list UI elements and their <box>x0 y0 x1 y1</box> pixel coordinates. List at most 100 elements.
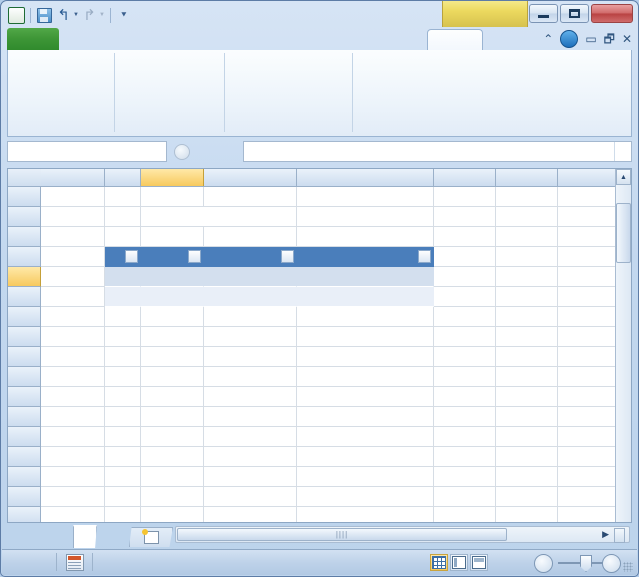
table-row[interactable] <box>141 287 204 307</box>
cell-F16[interactable] <box>434 487 496 507</box>
cell-C3[interactable] <box>141 227 204 247</box>
cell-D15[interactable] <box>204 467 297 487</box>
cell-A13[interactable] <box>41 427 105 447</box>
cell-C10[interactable] <box>141 367 204 387</box>
row-header-10[interactable] <box>8 367 41 387</box>
horizontal-scroll-thumb[interactable]: |||| <box>177 528 507 541</box>
cell-C17[interactable] <box>141 507 204 522</box>
cell-B16[interactable] <box>105 487 141 507</box>
row-header-16[interactable] <box>8 487 41 507</box>
column-header-h[interactable] <box>558 169 620 186</box>
row-header-2[interactable] <box>8 207 41 227</box>
cell-B12[interactable] <box>105 407 141 427</box>
cell-A8[interactable] <box>41 327 105 347</box>
cell-A6[interactable] <box>41 287 105 307</box>
cell-B15[interactable] <box>105 467 141 487</box>
sheet-tab-sheet1[interactable] <box>73 525 97 548</box>
cell-H11[interactable] <box>558 387 620 407</box>
cell-G8[interactable] <box>496 327 558 347</box>
cell-H7[interactable] <box>558 307 620 327</box>
row-header-3[interactable] <box>8 227 41 247</box>
customize-quick-access-toolbar-icon[interactable]: ⯆ <box>116 7 133 24</box>
cell-B10[interactable] <box>105 367 141 387</box>
cell-C9[interactable] <box>141 347 204 367</box>
cell-D17[interactable] <box>204 507 297 522</box>
refresh-button[interactable] <box>8 98 114 118</box>
tab-insert[interactable] <box>110 29 152 51</box>
cell-B8[interactable] <box>105 327 141 347</box>
table-row[interactable] <box>105 287 141 307</box>
expand-formula-bar-icon[interactable] <box>614 142 631 161</box>
page-break-preview-button[interactable] <box>470 554 488 571</box>
cell-H14[interactable] <box>558 447 620 467</box>
split-handle[interactable] <box>614 528 625 543</box>
row-header-9[interactable] <box>8 347 41 367</box>
collapse-ribbon-icon[interactable]: ⌃ <box>543 33 553 45</box>
cell-B3[interactable] <box>105 227 141 247</box>
tab-page-layout[interactable] <box>152 29 228 51</box>
cell-F17[interactable] <box>434 507 496 522</box>
cell-B11[interactable] <box>105 387 141 407</box>
table-header-id[interactable] <box>105 247 141 267</box>
cell-E1[interactable] <box>297 187 434 207</box>
cell-A11[interactable] <box>41 387 105 407</box>
filter-dropdown-icon[interactable] <box>125 250 138 263</box>
cell-B13[interactable] <box>105 427 141 447</box>
row-header-13[interactable] <box>8 427 41 447</box>
cell-A16[interactable] <box>41 487 105 507</box>
cell-G4[interactable] <box>496 247 558 267</box>
scroll-up-arrow-icon[interactable]: ▲ <box>616 169 631 185</box>
row-header-17[interactable] <box>8 507 41 522</box>
vertical-scroll-thumb[interactable] <box>616 203 631 263</box>
close-window-icon[interactable]: ✕ <box>622 33 632 45</box>
row-header-12[interactable] <box>8 407 41 427</box>
cell-F12[interactable] <box>434 407 496 427</box>
cell-E9[interactable] <box>297 347 434 367</box>
cell-E16[interactable] <box>297 487 434 507</box>
cell-F1[interactable] <box>434 187 496 207</box>
record-macro-icon[interactable] <box>66 554 84 571</box>
cell-G16[interactable] <box>496 487 558 507</box>
page-layout-view-button[interactable] <box>450 554 468 571</box>
table-row[interactable] <box>297 287 434 307</box>
cell-D8[interactable] <box>204 327 297 347</box>
tab-formulas[interactable] <box>228 29 291 51</box>
cell-A12[interactable] <box>41 407 105 427</box>
cell-A17[interactable] <box>41 507 105 522</box>
horizontal-scrollbar[interactable]: |||| ▶ <box>175 526 630 543</box>
tab-data[interactable] <box>291 29 333 51</box>
cell-H15[interactable] <box>558 467 620 487</box>
cell-B2[interactable] <box>105 207 141 227</box>
column-header-a[interactable] <box>41 169 105 186</box>
cell-D12[interactable] <box>204 407 297 427</box>
cell-F3[interactable] <box>434 227 496 247</box>
cell-H17[interactable] <box>558 507 620 522</box>
cell-C13[interactable] <box>141 427 204 447</box>
cell-A3[interactable] <box>41 227 105 247</box>
cell-C7[interactable] <box>141 307 204 327</box>
cell-H2[interactable] <box>558 207 620 227</box>
insert-function-icon[interactable] <box>212 143 240 161</box>
undo-dropdown-icon[interactable]: ▼ <box>73 12 79 18</box>
cell-D16[interactable] <box>204 487 297 507</box>
cell-E12[interactable] <box>297 407 434 427</box>
cell-A15[interactable] <box>41 467 105 487</box>
tab-file[interactable] <box>7 28 59 51</box>
filter-dropdown-icon[interactable] <box>188 250 201 263</box>
cell-F13[interactable] <box>434 427 496 447</box>
cell-E17[interactable] <box>297 507 434 522</box>
cell-C1[interactable] <box>141 187 204 207</box>
cell-A9[interactable] <box>41 347 105 367</box>
column-header-e[interactable] <box>297 169 434 186</box>
cell-E7[interactable] <box>297 307 434 327</box>
cell-E14[interactable] <box>297 447 434 467</box>
cell-D14[interactable] <box>204 447 297 467</box>
cell-H16[interactable] <box>558 487 620 507</box>
cell-E10[interactable] <box>297 367 434 387</box>
zoom-out-button[interactable] <box>534 554 553 573</box>
cell-H6[interactable] <box>558 287 620 307</box>
cell-D9[interactable] <box>204 347 297 367</box>
tab-review[interactable] <box>333 29 387 51</box>
cell-F7[interactable] <box>434 307 496 327</box>
vertical-scrollbar[interactable]: ▲ <box>615 169 631 522</box>
